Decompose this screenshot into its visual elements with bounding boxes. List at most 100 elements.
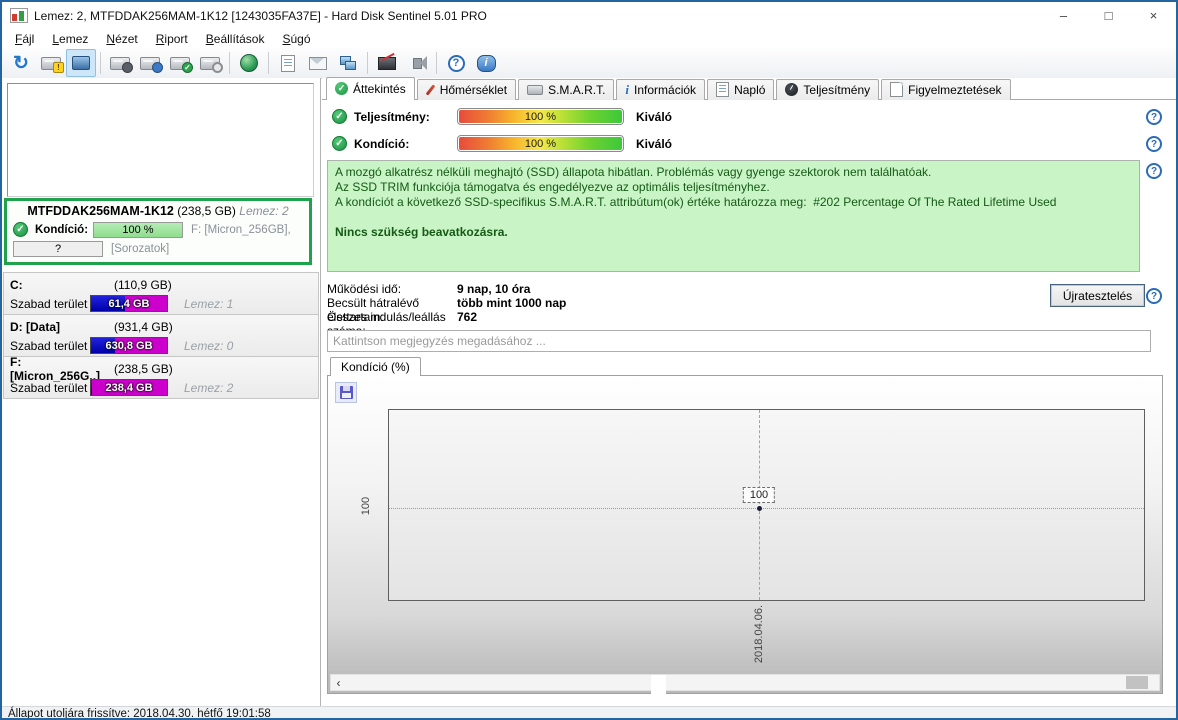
help-button[interactable]: ? [441,49,471,77]
disk-series-label: [Sorozatok] [111,242,170,255]
toolbar-separator [268,52,269,74]
disk-shorttest-button[interactable] [105,49,135,77]
report-icon [281,54,295,72]
scroll-left-arrow[interactable]: ‹ [331,675,346,690]
sound-test-button[interactable] [402,49,432,77]
condition-row: ✓ Kondíció: 100 % F: [Micron_256GB], [7,221,309,238]
performance-label: Teljesítmény: [354,109,430,124]
disk-preview-box [7,83,314,197]
report-button[interactable] [273,49,303,77]
globe-disk-icon [240,54,258,72]
menu-report[interactable]: Riport [147,31,197,47]
remote-monitor-icon [378,56,396,70]
disk-problems-button[interactable]: ! [36,49,66,77]
menu-file[interactable]: Fájl [6,31,43,47]
partition-name: D: [Data] [10,319,60,334]
tab-log[interactable]: Napló [707,79,775,100]
chart-gridline-vertical [759,410,760,600]
condition-bar: 100 % [93,221,183,238]
stat-value: 9 nap, 10 óra [457,282,531,296]
chart-plot-area: 100 [388,409,1145,601]
free-space-label: Szabad terület [10,338,88,353]
disk-gauge-icon [110,56,133,73]
tab-bar: ✓ Áttekintés Hőmérséklet S.M.A.R.T. i In… [326,77,1013,100]
partition-size: (238,5 GB) [114,361,173,376]
tab-label: Információk [634,82,697,97]
condition-label: Kondíció: [35,223,89,236]
log-icon [716,82,730,97]
speaker-icon [412,55,427,70]
send-mail-button[interactable] [303,49,333,77]
information-icon: i [625,81,630,97]
menu-bar: Fájl Lemez Nézet Riport Beállítások Súgó [2,29,1176,48]
partition-item-c[interactable]: C: (110,9 GB) Szabad terület 61,4 GB Lem… [3,272,319,315]
tab-information[interactable]: i Információk [616,79,706,100]
scrollbar-thumb[interactable] [1126,676,1148,689]
menu-disk[interactable]: Lemez [43,31,97,47]
free-space-bar: 61,4 GB [90,295,168,312]
network-computers-button[interactable] [333,49,363,77]
tab-performance[interactable]: Teljesítmény [776,79,880,100]
partition-item-d[interactable]: D: [Data] (931,4 GB) Szabad terület 630,… [3,315,319,357]
comment-input[interactable] [327,330,1151,352]
chart-point-label: 100 [742,487,776,503]
disk-extendedtest-button[interactable] [135,49,165,77]
menu-help[interactable]: Súgó [273,31,319,47]
floppy-disk-icon [339,386,353,399]
partition-disk-number: Lemez: 1 [184,296,234,311]
partition-disk-number: Lemez: 2 [184,380,234,395]
window-controls: – □ × [1041,2,1176,29]
menu-settings[interactable]: Beállítások [197,31,274,47]
network-icon [340,56,356,70]
information-button[interactable]: i [471,49,501,77]
menu-view[interactable]: Nézet [97,31,146,47]
remote-desktop-button[interactable] [372,49,402,77]
disk-search-icon [200,56,223,73]
partition-item-f[interactable]: F: [Micron_256G..] (238,5 GB) Szabad ter… [3,355,319,399]
save-chart-button[interactable] [335,382,357,403]
chart-gridline-horizontal [389,508,1144,509]
condition-meter: 100 % [457,135,624,152]
performance-check-icon: ✓ [332,109,347,124]
tab-overview[interactable]: ✓ Áttekintés [326,77,415,100]
overview-check-icon: ✓ [335,82,348,95]
disk-surfacetest-button[interactable] [195,49,225,77]
refresh-button[interactable]: ↻ [6,49,36,77]
condition-chart-panel: 100 100 2018.04.06. ‹ › [327,375,1163,718]
hard-disk-sentinel-window: Lemez: 2, MTFDDAK256MAM-1K12 [1243035FA3… [0,0,1178,720]
performance-meter: 100 % [457,108,624,125]
tab-label: Figyelmeztetések [908,82,1002,97]
tab-smart[interactable]: S.M.A.R.T. [518,79,615,100]
performance-row: ✓ Teljesítmény: 100 % Kiváló [332,108,672,125]
health-status-box: A mozgó alkatrész nélküli meghajtó (SSD)… [327,160,1140,272]
close-button[interactable]: × [1131,2,1176,29]
title-bar: Lemez: 2, MTFDDAK256MAM-1K12 [1243035FA3… [2,2,1176,29]
chart-x-tick: 2018.04.06. [753,604,765,664]
network-drive-button[interactable] [234,49,264,77]
selected-disk-panel[interactable]: MTFDDAK256MAM-1K12 (238,5 GB) Lemez: 2 ✓… [4,198,407,718]
partition-size: (931,4 GB) [114,319,173,334]
help-icon-performance[interactable]: ? [1146,109,1162,125]
tab-label: Hőmérséklet [439,82,508,97]
app-icon [10,8,28,23]
disk-sidebar: MTFDDAK256MAM-1K12 (238,5 GB) Lemez: 2 ✓… [2,78,407,718]
chart-horizontal-scrollbar[interactable]: ‹ › [330,674,1160,718]
minimize-button[interactable]: – [1041,2,1086,29]
retest-button[interactable]: Újratesztelés [1050,284,1145,307]
help-icon-retest[interactable]: ? [1146,288,1162,304]
tab-temperature[interactable]: Hőmérséklet [416,79,517,100]
condition-label-main: Kondíció: [354,136,410,151]
disk-quicktest-button[interactable]: ✓ [165,49,195,77]
health-line: Az SSD TRIM funkciója támogatva és enged… [335,180,770,194]
maximize-button[interactable]: □ [1086,2,1131,29]
partition-disk-number: Lemez: 0 [184,338,234,353]
help-icon-status[interactable]: ? [1146,163,1162,179]
disk-volume-label: F: [Micron_256GB], [191,223,291,236]
partition-name: C: [10,277,23,292]
tab-alerts[interactable]: Figyelmeztetések [881,79,1011,100]
disk-detect-button[interactable] [66,49,96,77]
thermometer-icon [425,83,436,96]
help-icon-condition[interactable]: ? [1146,136,1162,152]
selected-disk-title: MTFDDAK256MAM-1K12 (238,5 GB) Lemez: 2 [7,204,309,218]
condition-chart-tab[interactable]: Kondíció (%) [330,357,421,376]
